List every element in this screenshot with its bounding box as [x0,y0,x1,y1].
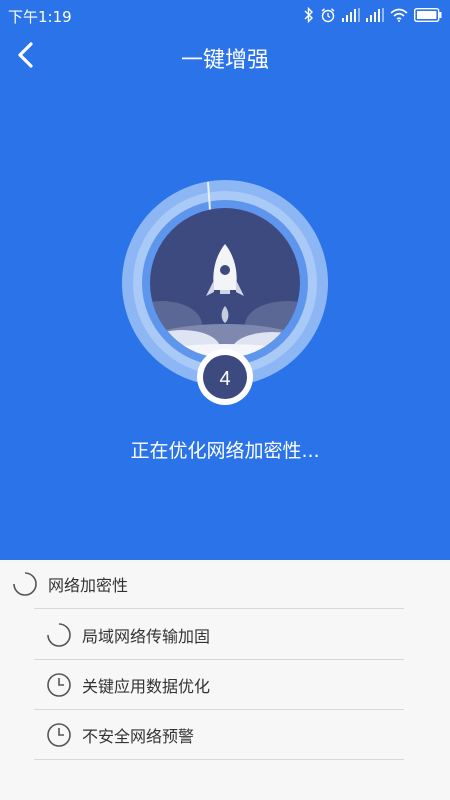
signal-icon [342,8,360,22]
progress-status-text: 正在优化网络加密性... [130,440,320,462]
status-bar: 下午1:19 [0,0,450,30]
progress-count: 4 [219,368,230,390]
signal-icon [366,8,384,22]
task-list: 网络加密性 局域网络传输加固 关键应用数据优化 不安全网络预警 [0,560,450,800]
task-item: 不安全网络预警 [46,722,194,748]
clock-icon [47,723,71,747]
task-item-label: 不安全网络预警 [82,727,195,746]
divider [34,659,404,660]
divider [34,759,404,760]
loading-spinner-icon [13,572,37,596]
screen: 下午1:19 一键增强 4 正在优化网络加密性... 网络加密性 局域网络传输加… [0,0,450,800]
divider [34,709,404,710]
task-item: 局域网络传输加固 [46,622,210,648]
clock-icon [47,673,71,697]
task-main-label: 网络加密性 [48,576,129,595]
loading-spinner-icon [47,623,71,647]
page-title: 一键增强 [180,48,269,73]
header-panel: 下午1:19 一键增强 4 正在优化网络加密性... [0,0,450,560]
task-item-label: 关键应用数据优化 [82,677,211,696]
task-item: 关键应用数据优化 [46,672,210,698]
task-main: 网络加密性 [12,571,128,597]
bluetooth-icon [304,7,313,23]
progress-ring: 4 [122,180,328,405]
task-item-label: 局域网络传输加固 [82,627,211,646]
divider [34,608,404,609]
status-icons [304,5,442,25]
wifi-icon [390,8,408,22]
alarm-icon [321,8,335,23]
status-time: 下午1:19 [8,8,72,26]
battery-icon [414,8,442,22]
